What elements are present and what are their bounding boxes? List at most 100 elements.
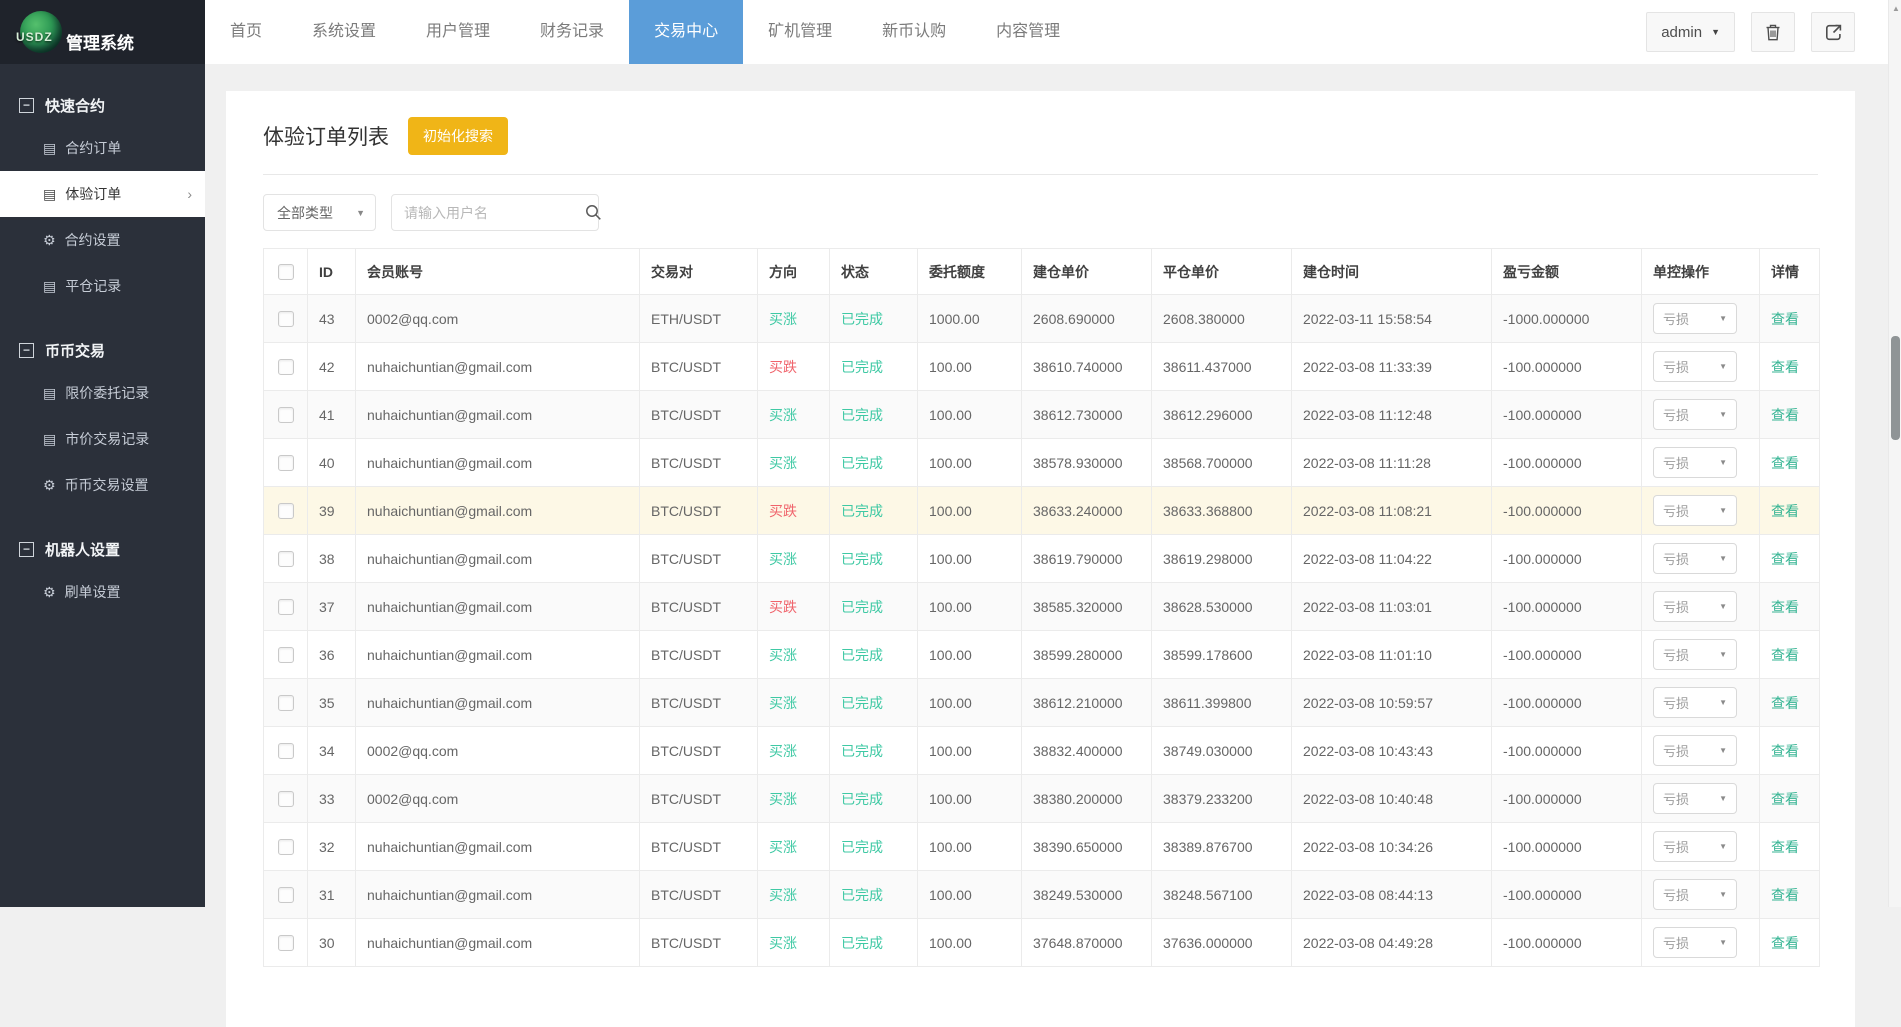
admin-dropdown[interactable]: admin ▼ [1646,12,1735,52]
status-badge: 已完成 [841,359,883,375]
status-badge: 已完成 [841,407,883,423]
row-checkbox-cell [264,679,308,727]
loss-control-select[interactable]: 亏损▼ [1653,927,1737,958]
view-detail-link[interactable]: 查看 [1771,887,1799,903]
nav-item-首页[interactable]: 首页 [205,0,287,64]
row-checkbox[interactable] [278,791,294,807]
sidebar-item-币币交易设置[interactable]: ⚙币币交易设置 [0,462,205,508]
cell-direction: 买跌 [758,487,830,535]
view-detail-link[interactable]: 查看 [1771,407,1799,423]
view-detail-link[interactable]: 查看 [1771,839,1799,855]
cell-amount: 100.00 [918,775,1022,823]
loss-control-select[interactable]: 亏损▼ [1653,303,1737,334]
nav-item-新币认购[interactable]: 新币认购 [857,0,971,64]
sidebar-item-刷单设置[interactable]: ⚙刷单设置 [0,569,205,615]
loss-control-select[interactable]: 亏损▼ [1653,543,1737,574]
title-divider [263,174,1818,175]
row-checkbox[interactable] [278,455,294,471]
sidebar-item-市价交易记录[interactable]: ▤市价交易记录 [0,416,205,462]
row-checkbox[interactable] [278,407,294,423]
select-all-checkbox[interactable] [278,264,294,280]
brand-logo: USDZ 管理系统 [0,0,205,64]
row-checkbox[interactable] [278,839,294,855]
cell-id: 42 [308,343,356,391]
scrollbar-thumb[interactable] [1891,336,1900,440]
cell-status: 已完成 [830,631,918,679]
sidebar-item-合约设置[interactable]: ⚙合约设置 [0,217,205,263]
view-detail-link[interactable]: 查看 [1771,647,1799,663]
sidebar-section: −币币交易▤限价委托记录▤市价交易记录⚙币币交易设置 [0,331,205,508]
nav-item-交易中心[interactable]: 交易中心 [629,0,743,64]
row-checkbox[interactable] [278,551,294,567]
cell-close-price: 38611.399800 [1152,679,1292,727]
view-detail-link[interactable]: 查看 [1771,551,1799,567]
view-detail-link[interactable]: 查看 [1771,743,1799,759]
cell-direction: 买跌 [758,583,830,631]
row-checkbox[interactable] [278,935,294,951]
cell-id: 31 [308,871,356,919]
cell-account: nuhaichuntian@gmail.com [356,823,640,871]
nav-item-内容管理[interactable]: 内容管理 [971,0,1085,64]
cell-pair: BTC/USDT [640,391,758,439]
sidebar-section-header[interactable]: −币币交易 [0,331,205,370]
loss-control-select[interactable]: 亏损▼ [1653,687,1737,718]
cell-open-price: 38612.730000 [1022,391,1152,439]
row-checkbox[interactable] [278,503,294,519]
page-scrollbar[interactable]: ▲ [1888,0,1901,907]
row-checkbox[interactable] [278,647,294,663]
loss-control-select[interactable]: 亏损▼ [1653,879,1737,910]
cell-id: 32 [308,823,356,871]
sidebar-section-header[interactable]: −机器人设置 [0,530,205,569]
username-search-input[interactable] [404,205,585,221]
table-row: 42nuhaichuntian@gmail.comBTC/USDT买跌已完成10… [264,343,1820,391]
cell-open-time: 2022-03-08 08:44:13 [1292,871,1492,919]
sidebar-item-限价委托记录[interactable]: ▤限价委托记录 [0,370,205,416]
sidebar-item-合约订单[interactable]: ▤合约订单 [0,125,205,171]
view-detail-link[interactable]: 查看 [1771,359,1799,375]
cell-account: nuhaichuntian@gmail.com [356,631,640,679]
type-filter-select[interactable]: 全部类型 ▼ [263,194,376,231]
view-detail-link[interactable]: 查看 [1771,599,1799,615]
nav-item-矿机管理[interactable]: 矿机管理 [743,0,857,64]
sidebar-section-header[interactable]: −快速合约 [0,86,205,125]
view-detail-link[interactable]: 查看 [1771,455,1799,471]
loss-control-select[interactable]: 亏损▼ [1653,783,1737,814]
direction-badge: 买涨 [769,743,797,759]
loss-control-select[interactable]: 亏损▼ [1653,831,1737,862]
cell-detail: 查看 [1760,775,1820,823]
nav-item-系统设置[interactable]: 系统设置 [287,0,401,64]
cell-amount: 100.00 [918,823,1022,871]
row-checkbox[interactable] [278,311,294,327]
row-checkbox[interactable] [278,887,294,903]
view-detail-link[interactable]: 查看 [1771,503,1799,519]
row-checkbox[interactable] [278,599,294,615]
logout-button[interactable] [1811,12,1855,52]
nav-item-用户管理[interactable]: 用户管理 [401,0,515,64]
sidebar-item-平仓记录[interactable]: ▤平仓记录 [0,263,205,309]
clear-cache-button[interactable] [1751,12,1795,52]
loss-control-select[interactable]: 亏损▼ [1653,495,1737,526]
init-search-button[interactable]: 初始化搜索 [408,117,508,155]
scrollbar-up-arrow-icon[interactable]: ▲ [1892,4,1900,13]
cell-pnl: -100.000000 [1492,679,1642,727]
loss-control-select[interactable]: 亏损▼ [1653,591,1737,622]
cell-close-price: 38389.876700 [1152,823,1292,871]
row-checkbox[interactable] [278,359,294,375]
loss-control-select[interactable]: 亏损▼ [1653,735,1737,766]
view-detail-link[interactable]: 查看 [1771,935,1799,951]
cell-amount: 100.00 [918,487,1022,535]
view-detail-link[interactable]: 查看 [1771,695,1799,711]
loss-control-select[interactable]: 亏损▼ [1653,447,1737,478]
chevron-down-icon: ▼ [1719,314,1727,323]
row-checkbox[interactable] [278,743,294,759]
loss-control-select[interactable]: 亏损▼ [1653,399,1737,430]
nav-item-财务记录[interactable]: 财务记录 [515,0,629,64]
loss-control-select[interactable]: 亏损▼ [1653,351,1737,382]
loss-control-select[interactable]: 亏损▼ [1653,639,1737,670]
view-detail-link[interactable]: 查看 [1771,311,1799,327]
view-detail-link[interactable]: 查看 [1771,791,1799,807]
sidebar-item-体验订单[interactable]: ▤体验订单› [0,171,205,217]
cell-direction: 买涨 [758,871,830,919]
cell-close-price: 38611.437000 [1152,343,1292,391]
row-checkbox[interactable] [278,695,294,711]
